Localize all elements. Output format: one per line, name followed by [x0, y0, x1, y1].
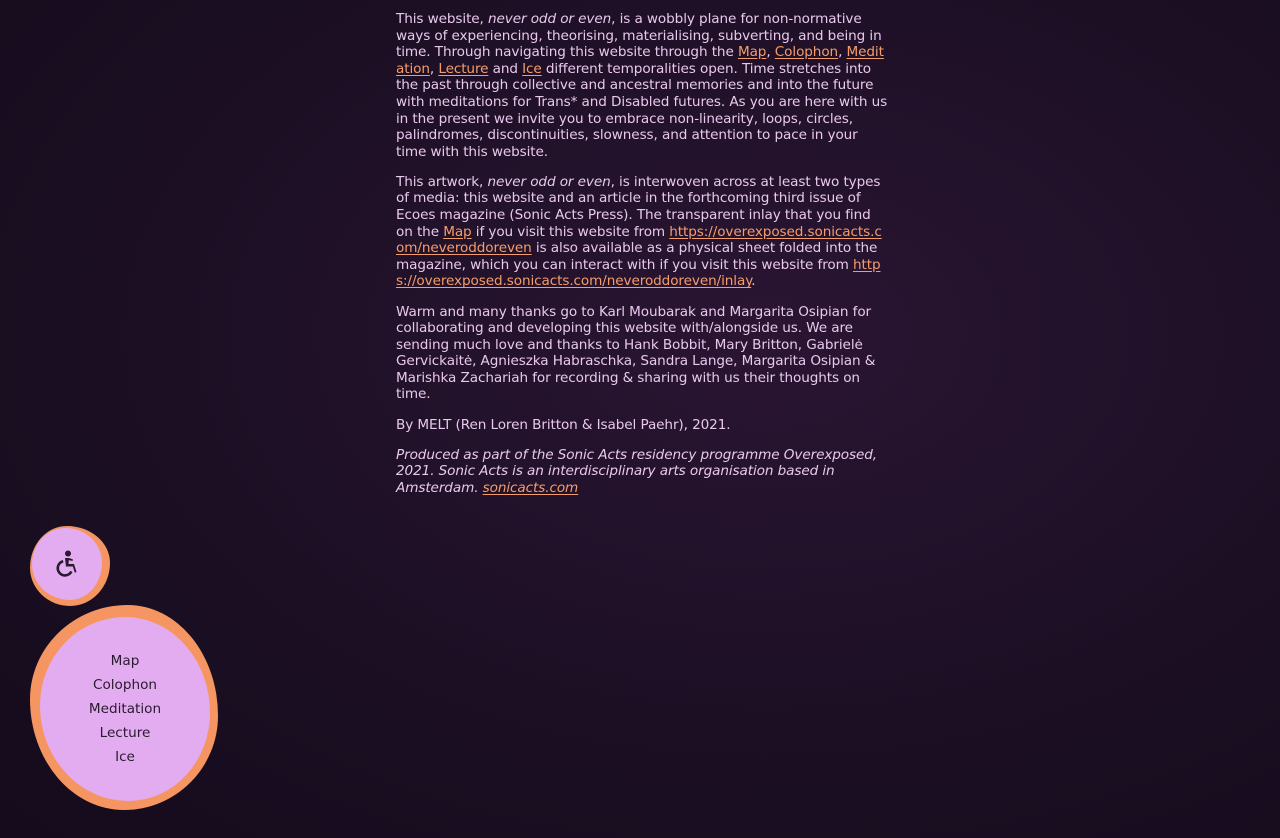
link-lecture[interactable]: Lecture	[438, 61, 488, 77]
about-text: This website, never odd or even, is a wo…	[396, 11, 888, 510]
text-span: .	[751, 273, 756, 290]
link-sonicacts[interactable]: sonicacts.com	[483, 480, 579, 496]
text-span: and	[488, 60, 523, 77]
intro-paragraph-1: This website, never odd or even, is a wo…	[396, 11, 888, 160]
text-span: Produced as part of the Sonic Acts resid…	[396, 446, 878, 496]
text-span: This website,	[396, 11, 489, 27]
navigation-menu-inner: Map Colophon Meditation Lecture Ice	[40, 616, 210, 801]
nav-item-lecture[interactable]: Lecture	[100, 721, 151, 745]
nav-item-ice[interactable]: Ice	[115, 745, 135, 769]
intro-paragraph-2: This artwork, never odd or even, is inte…	[396, 174, 888, 290]
text-span: ,	[766, 44, 775, 61]
artwork-title: never odd or even	[487, 173, 611, 190]
text-span: if you visit this website from	[471, 223, 670, 240]
link-map[interactable]: Map	[443, 224, 471, 240]
navigation-menu: Map Colophon Meditation Lecture Ice	[30, 605, 218, 810]
thanks-paragraph: Warm and many thanks go to Karl Moubarak…	[396, 303, 876, 403]
wheelchair-icon	[54, 550, 80, 578]
credits-paragraph: By MELT (Ren Loren Britton & Isabel Paeh…	[396, 416, 731, 433]
accessibility-button-inner	[32, 528, 102, 600]
accessibility-button[interactable]	[30, 526, 110, 606]
text-span: ,	[838, 44, 847, 61]
text-span: This artwork,	[396, 173, 488, 190]
produced-paragraph: Produced as part of the Sonic Acts resid…	[396, 447, 888, 497]
link-colophon[interactable]: Colophon	[775, 44, 838, 60]
nav-item-colophon[interactable]: Colophon	[93, 673, 157, 697]
artwork-title: never odd or even	[488, 11, 612, 27]
link-ice[interactable]: Ice	[522, 61, 542, 77]
nav-item-map[interactable]: Map	[111, 649, 140, 673]
link-map[interactable]: Map	[738, 44, 766, 60]
nav-item-meditation[interactable]: Meditation	[89, 697, 161, 721]
